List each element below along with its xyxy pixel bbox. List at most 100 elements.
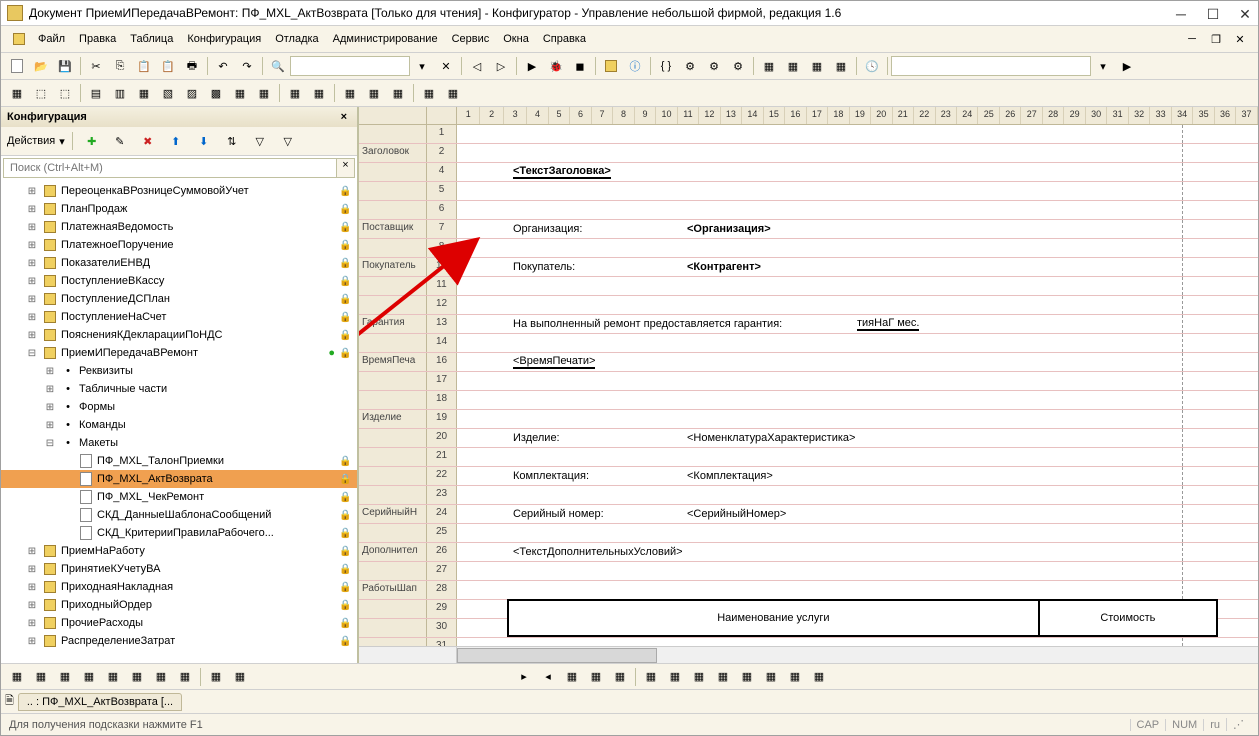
menu-Администрирование[interactable]: Администрирование xyxy=(326,30,445,48)
open-icon[interactable]: 📂 xyxy=(30,55,52,77)
col-header[interactable]: 21 xyxy=(893,107,914,124)
tree-item[interactable]: ⊞ПлатежнаяВедомость🔒 xyxy=(1,218,357,236)
col-header[interactable]: 5 xyxy=(549,107,570,124)
t2-icon[interactable]: ▥ xyxy=(109,82,131,104)
tree-toggle-icon[interactable]: ⊞ xyxy=(25,258,39,269)
tree-item[interactable]: ПФ_MXL_ТалонПриемки🔒 xyxy=(1,452,357,470)
row-cells[interactable] xyxy=(457,524,1258,542)
menu-Отладка[interactable]: Отладка xyxy=(268,30,325,48)
tool2-icon[interactable]: ⚙ xyxy=(703,55,725,77)
tree-toggle-icon[interactable]: ⊞ xyxy=(43,402,57,413)
undo-icon[interactable]: ↶ xyxy=(212,55,234,77)
sheet-row[interactable]: Поставщик7Организация:<Организация> xyxy=(359,220,1258,239)
sheet-row[interactable]: СерийныйН24Серийный номер:<СерийныйНомер… xyxy=(359,505,1258,524)
row-cells[interactable]: Комплектация:<Комплектация> xyxy=(457,467,1258,485)
bt2-icon[interactable]: ▦ xyxy=(30,666,52,688)
row-number[interactable]: 27 xyxy=(427,562,457,580)
row-number[interactable]: 22 xyxy=(427,467,457,485)
col-header[interactable]: 13 xyxy=(721,107,742,124)
row-cells[interactable]: Организация:<Организация> xyxy=(457,220,1258,238)
t15-icon[interactable]: ▦ xyxy=(442,82,464,104)
col-header[interactable]: 19 xyxy=(850,107,871,124)
bt10-icon[interactable]: ▦ xyxy=(229,666,251,688)
tree-item[interactable]: СКД_КритерииПравилаРабочего...🔒 xyxy=(1,524,357,542)
tree-toggle-icon[interactable]: ⊟ xyxy=(25,348,39,359)
sheet-row[interactable]: ВремяПеча16<ВремяПечати> xyxy=(359,353,1258,372)
tool3-icon[interactable]: ⚙ xyxy=(727,55,749,77)
t3-icon[interactable]: ▦ xyxy=(133,82,155,104)
go-icon[interactable]: ▶ xyxy=(1116,55,1138,77)
syntax-icon[interactable]: { } xyxy=(655,55,677,77)
tree-toggle-icon[interactable]: ⊞ xyxy=(43,366,57,377)
cfg-icon[interactable] xyxy=(600,55,622,77)
sheet-row[interactable]: 6 xyxy=(359,201,1258,220)
panel-close-icon[interactable]: × xyxy=(337,111,351,123)
row-cells[interactable] xyxy=(457,391,1258,409)
col-header[interactable]: 29 xyxy=(1064,107,1085,124)
row-number[interactable]: 13 xyxy=(427,315,457,333)
act-del-icon[interactable]: ✖ xyxy=(137,130,159,152)
menu-Окна[interactable]: Окна xyxy=(496,30,536,48)
row-cells[interactable] xyxy=(457,410,1258,428)
row-number[interactable]: 23 xyxy=(427,486,457,504)
combo-dropdown-icon[interactable]: ▾ xyxy=(1092,55,1114,77)
grid3-icon[interactable]: ▦ xyxy=(806,55,828,77)
row-number[interactable]: 16 xyxy=(427,353,457,371)
col-header[interactable]: 15 xyxy=(764,107,785,124)
col-header[interactable]: 3 xyxy=(504,107,527,124)
hscroll-thumb[interactable] xyxy=(457,648,657,663)
t4-icon[interactable]: ▧ xyxy=(157,82,179,104)
sheet-row[interactable]: 25 xyxy=(359,524,1258,543)
col-header[interactable]: 1 xyxy=(457,107,480,124)
row-cells[interactable]: Наименование услугиСтоимость xyxy=(457,600,1258,618)
tree-item[interactable]: ⊟•Макеты xyxy=(1,434,357,452)
col-header[interactable]: 7 xyxy=(592,107,613,124)
mdi-close-icon[interactable]: ✕ xyxy=(1229,28,1251,50)
row-number[interactable]: 17 xyxy=(427,372,457,390)
clock-icon[interactable]: 🕓 xyxy=(861,55,883,77)
row-number[interactable]: 10 xyxy=(427,258,457,276)
tree-item[interactable]: ⊞РаспределениеЗатрат🔒 xyxy=(1,632,357,650)
tree-toggle-icon[interactable]: ⊞ xyxy=(43,384,57,395)
bt3-icon[interactable]: ▦ xyxy=(54,666,76,688)
bt1-icon[interactable]: ▦ xyxy=(6,666,28,688)
row-number[interactable]: 8 xyxy=(427,239,457,257)
bt14-icon[interactable]: ▦ xyxy=(585,666,607,688)
col-header[interactable]: 26 xyxy=(1000,107,1021,124)
close-button[interactable]: ✕ xyxy=(1238,6,1252,20)
row-cells[interactable] xyxy=(457,372,1258,390)
row-number[interactable]: 1 xyxy=(427,125,457,143)
t5-icon[interactable]: ▨ xyxy=(181,82,203,104)
combo-input[interactable] xyxy=(891,56,1091,76)
run-icon[interactable]: ▶ xyxy=(521,55,543,77)
tree-item[interactable]: ⊞ПоступлениеНаСчет🔒 xyxy=(1,308,357,326)
find-icon[interactable]: 🔍 xyxy=(267,55,289,77)
menu-Сервис[interactable]: Сервис xyxy=(445,30,497,48)
mdi-minimize-icon[interactable]: ─ xyxy=(1181,28,1203,50)
row-number[interactable]: 5 xyxy=(427,182,457,200)
find-dropdown-icon[interactable]: ▾ xyxy=(411,55,433,77)
row-cells[interactable] xyxy=(457,638,1258,646)
col-header[interactable]: 22 xyxy=(914,107,935,124)
col-header[interactable]: 27 xyxy=(1021,107,1042,124)
t10-icon[interactable]: ▦ xyxy=(308,82,330,104)
bt16-icon[interactable]: ▦ xyxy=(640,666,662,688)
t14-icon[interactable]: ▦ xyxy=(418,82,440,104)
sheet-row[interactable]: 21 xyxy=(359,448,1258,467)
tree-item[interactable]: ⊞ПриемНаРаботу🔒 xyxy=(1,542,357,560)
bt6-icon[interactable]: ▦ xyxy=(126,666,148,688)
bt8-icon[interactable]: ▦ xyxy=(174,666,196,688)
nav-back-icon[interactable]: ◁ xyxy=(466,55,488,77)
redo-icon[interactable]: ↷ xyxy=(236,55,258,77)
sheet-row[interactable]: Дополнител26<ТекстДополнительныхУсловий> xyxy=(359,543,1258,562)
col-header[interactable]: 14 xyxy=(742,107,763,124)
row-number[interactable]: 4 xyxy=(427,163,457,181)
row-number[interactable]: 24 xyxy=(427,505,457,523)
act-edit-icon[interactable]: ✎ xyxy=(109,130,131,152)
row-cells[interactable]: <ТекстЗаголовка> xyxy=(457,163,1258,181)
actions-label[interactable]: Действия xyxy=(7,135,55,147)
bt4-icon[interactable]: ▦ xyxy=(78,666,100,688)
row-number[interactable]: 14 xyxy=(427,334,457,352)
row-number[interactable]: 21 xyxy=(427,448,457,466)
sheet-row[interactable]: 8 xyxy=(359,239,1258,258)
